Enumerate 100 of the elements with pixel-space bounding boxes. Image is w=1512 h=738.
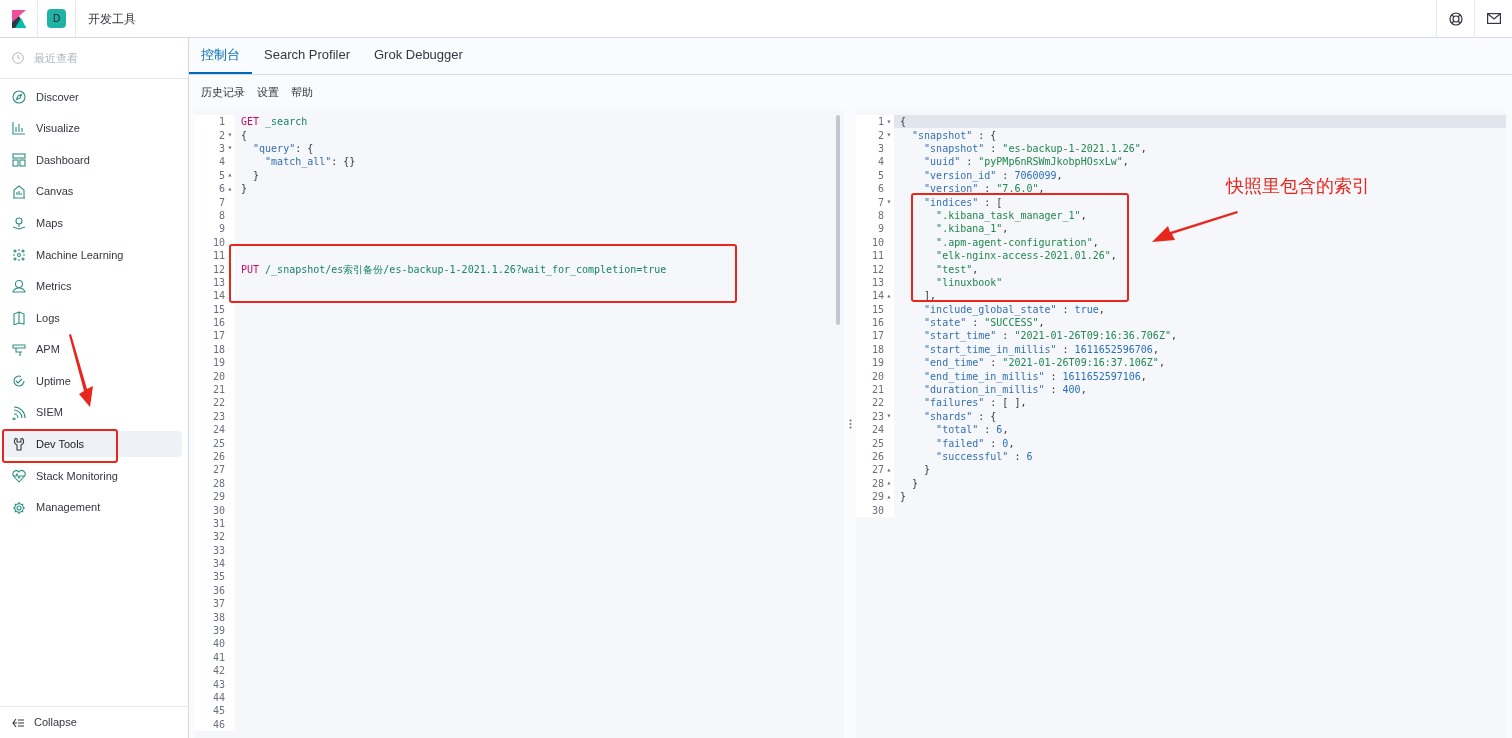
line-number: 21 [870,383,884,397]
code-line: GET _search [240,115,308,130]
code-line: { [240,128,248,143]
line-number: 26 [211,449,225,464]
line-number: 36 [211,583,225,598]
line-number: 23 [870,409,884,424]
line-number: 37 [211,597,225,612]
line-number: 41 [211,650,225,665]
line-number: 25 [211,436,225,451]
fold-toggle[interactable]: ▾ [886,198,892,207]
line-number: 45 [211,704,225,719]
code-line: "duration_in_millis" : 400, [923,383,1087,397]
fold-toggle[interactable]: ▴ [886,492,892,501]
menu-link[interactable]: 历史记录 [201,84,245,101]
line-number: 10 [211,235,225,250]
fold-toggle[interactable]: ▴ [886,479,892,488]
line-number: 29 [870,490,884,505]
sidebar-item[interactable]: Visualize [3,115,182,142]
sidebar-item[interactable]: Discover [3,83,182,110]
line-number: 15 [211,302,225,317]
sidebar-item[interactable]: Canvas [3,178,182,205]
line-number: 30 [870,503,884,518]
code-line: ".kibana_1", [935,222,1009,237]
code-line: PUT /_snapshot/es索引备份/es-backup-1-2021.1.26?wait_for_completion=true [240,262,667,277]
code-line: "start_time" : "2021-01-26T09:16:36.706Z", [923,329,1177,344]
line-number: 38 [211,610,225,625]
line-number: 28 [211,476,225,491]
line-number: 28 [870,476,884,491]
scrollbar[interactable] [836,115,840,325]
line-number: 22 [211,396,225,411]
recently-viewed-label: 最近查看 [34,50,78,66]
fold-toggle[interactable]: ▾ [886,131,892,140]
mail-icon[interactable] [1486,13,1501,24]
line-number: 20 [870,369,884,384]
line-number: 19 [870,356,884,371]
canvas-icon [12,184,26,199]
code-line: } [923,463,931,478]
sidebar-item[interactable]: Logs [3,304,182,331]
line-number: 42 [211,664,225,679]
line-number: 12 [211,262,225,277]
code-line: "end_time" : "2021-01-26T09:16:37.106Z", [923,356,1165,371]
line-number: 5 [876,168,884,183]
line-number: 39 [211,624,225,639]
fold-toggle[interactable]: ▾ [227,131,233,140]
sidebar-item[interactable]: SIEM [3,399,182,426]
space-avatar[interactable]: D [47,9,66,28]
line-number: 46 [211,717,225,732]
line-number: 35 [211,570,225,585]
tab[interactable]: 控制台 [189,38,252,74]
signal-icon [12,405,26,420]
help-icon[interactable] [1448,11,1463,26]
code-line: "linuxbook" [935,275,1003,290]
sidebar-item[interactable]: Dev Tools [3,431,182,458]
fold-toggle[interactable]: ▴ [886,465,892,474]
person-icon [12,279,26,294]
compass-icon [12,89,26,104]
sidebar-item[interactable]: Metrics [3,273,182,300]
tab[interactable]: Search Profiler [252,38,362,74]
menu-link[interactable]: 帮助 [291,84,313,101]
collapse-button[interactable]: Collapse [0,714,77,731]
code-line: "indices" : [ [923,195,1003,210]
line-number: 17 [211,329,225,344]
code-line: "shards" : { [923,409,997,424]
sidebar-item[interactable]: Dashboard [3,147,182,173]
dotted-circle-icon [12,247,26,262]
code-line: "total" : 6, [935,423,1009,438]
code-line: "version" : "7.6.0", [923,182,1045,197]
sidebar-item[interactable]: Stack Monitoring [3,462,182,489]
fold-toggle[interactable]: ▾ [227,144,233,153]
code-line: } [252,168,260,183]
tab[interactable]: Grok Debugger [362,38,475,74]
logo-icon[interactable] [11,9,26,28]
line-number: 11 [211,249,225,264]
code-line: "test", [935,262,979,277]
line-number: 8 [876,208,884,223]
sidebar-item[interactable]: Machine Learning [3,241,182,268]
sidebar-item[interactable]: APM [3,336,182,363]
fold-toggle[interactable]: ▴ [227,171,233,180]
resize-handle-icon[interactable] [848,419,852,429]
sidebar-item[interactable]: Uptime [3,368,182,395]
line-number: 9 [217,222,225,237]
line-number: 31 [211,516,225,531]
sidebar-item[interactable]: Maps [3,210,182,237]
line-number: 6 [876,182,884,197]
breadcrumb[interactable]: 开发工具 [88,9,136,28]
sidebar-item[interactable]: Management [3,494,182,521]
line-number: 27 [870,463,884,478]
menu-link[interactable]: 设置 [257,84,279,101]
code-line: } [899,490,907,505]
line-number: 25 [870,436,884,451]
fold-toggle[interactable]: ▾ [886,412,892,421]
code-line: "snapshot" : { [911,128,997,143]
fold-toggle[interactable]: ▴ [227,184,233,193]
line-number: 6 [217,182,225,197]
line-number: 8 [217,208,225,223]
line-number: 18 [870,342,884,357]
gear-icon [12,500,26,515]
fold-toggle[interactable]: ▴ [886,291,892,300]
fold-toggle[interactable]: ▾ [886,117,892,126]
line-number: 30 [211,503,225,518]
